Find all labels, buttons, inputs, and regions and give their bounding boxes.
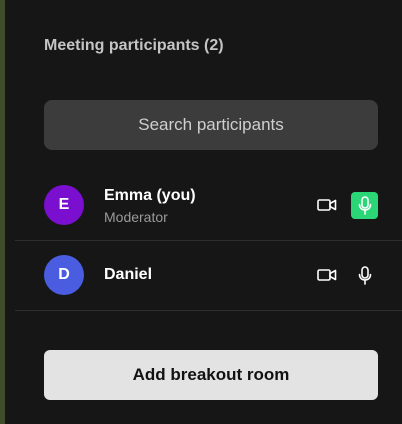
add-breakout-room-button[interactable]: Add breakout room — [44, 350, 378, 400]
participant-row-daniel: D Daniel — [15, 240, 402, 311]
panel-title: Meeting participants (2) — [44, 37, 224, 54]
video-camera-icon[interactable] — [317, 266, 337, 284]
participant-row-emma: E Emma (you) Moderator — [15, 170, 402, 241]
search-participants-input[interactable] — [44, 100, 378, 150]
avatar: E — [44, 185, 84, 225]
microphone-icon[interactable] — [351, 262, 378, 289]
video-camera-icon[interactable] — [317, 196, 337, 214]
participant-name: Daniel — [104, 266, 153, 283]
participants-panel: Meeting participants (2) E Emma (you) Mo… — [5, 0, 402, 424]
participant-role: Moderator — [104, 209, 168, 225]
participant-name: Emma (you) — [104, 187, 196, 204]
avatar: D — [44, 255, 84, 295]
microphone-icon[interactable] — [351, 192, 378, 219]
